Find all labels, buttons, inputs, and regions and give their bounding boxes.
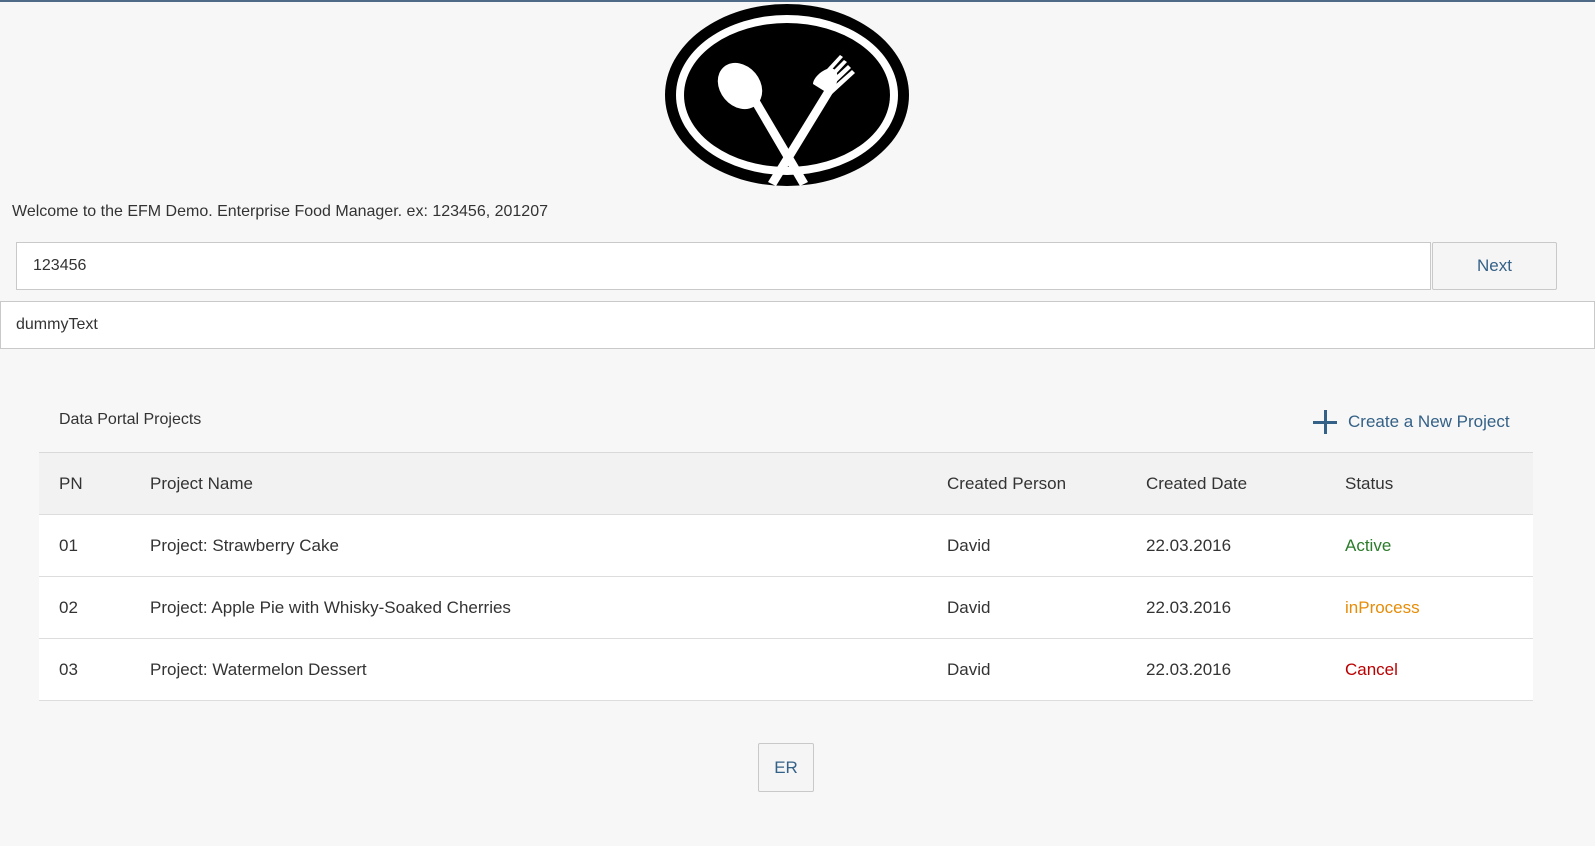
cell-pn: 03 xyxy=(59,659,78,679)
table-row[interactable]: 03 Project: Watermelon Dessert David 22.… xyxy=(39,639,1533,701)
cell-pn: 01 xyxy=(59,535,78,555)
cell-status: Active xyxy=(1345,535,1392,555)
projects-table: PN Project Name Created Person Created D… xyxy=(39,452,1533,701)
welcome-text: Welcome to the EFM Demo. Enterprise Food… xyxy=(12,203,548,220)
cell-created-person: David xyxy=(947,597,991,617)
column-header-created-person[interactable]: Created Person xyxy=(947,453,1066,514)
table-row[interactable]: 02 Project: Apple Pie with Whisky-Soaked… xyxy=(39,577,1533,639)
cell-created-date: 22.03.2016 xyxy=(1146,535,1232,555)
create-project-link[interactable]: Create a New Project xyxy=(1312,408,1510,436)
cell-created-date: 22.03.2016 xyxy=(1146,659,1232,679)
er-button[interactable]: ER xyxy=(758,743,814,792)
table-row[interactable]: 01 Project: Strawberry Cake David 22.03.… xyxy=(39,515,1533,577)
fork-spoon-plate-icon xyxy=(665,4,909,186)
cell-created-date: 22.03.2016 xyxy=(1146,597,1232,617)
cell-pn: 02 xyxy=(59,597,78,617)
cell-project-name: Project: Watermelon Dessert xyxy=(150,659,367,679)
column-header-pn[interactable]: PN xyxy=(59,453,83,514)
dummy-text-field: dummyText xyxy=(0,301,1595,349)
search-input[interactable] xyxy=(16,242,1431,290)
cell-project-name: Project: Apple Pie with Whisky-Soaked Ch… xyxy=(150,597,511,617)
plus-icon xyxy=(1312,409,1338,435)
table-header-row: PN Project Name Created Person Created D… xyxy=(39,453,1533,515)
cell-project-name: Project: Strawberry Cake xyxy=(150,535,339,555)
create-project-label: Create a New Project xyxy=(1348,412,1510,431)
column-header-project-name[interactable]: Project Name xyxy=(150,453,253,514)
cell-status: inProcess xyxy=(1345,597,1420,617)
column-header-status[interactable]: Status xyxy=(1345,453,1393,514)
cell-created-person: David xyxy=(947,659,991,679)
projects-title: Data Portal Projects xyxy=(59,411,202,428)
cell-status: Cancel xyxy=(1345,659,1398,679)
dummy-text-value: dummyText xyxy=(16,316,98,333)
cell-created-person: David xyxy=(947,535,991,555)
column-header-created-date[interactable]: Created Date xyxy=(1146,453,1247,514)
next-button[interactable]: Next xyxy=(1432,242,1557,290)
